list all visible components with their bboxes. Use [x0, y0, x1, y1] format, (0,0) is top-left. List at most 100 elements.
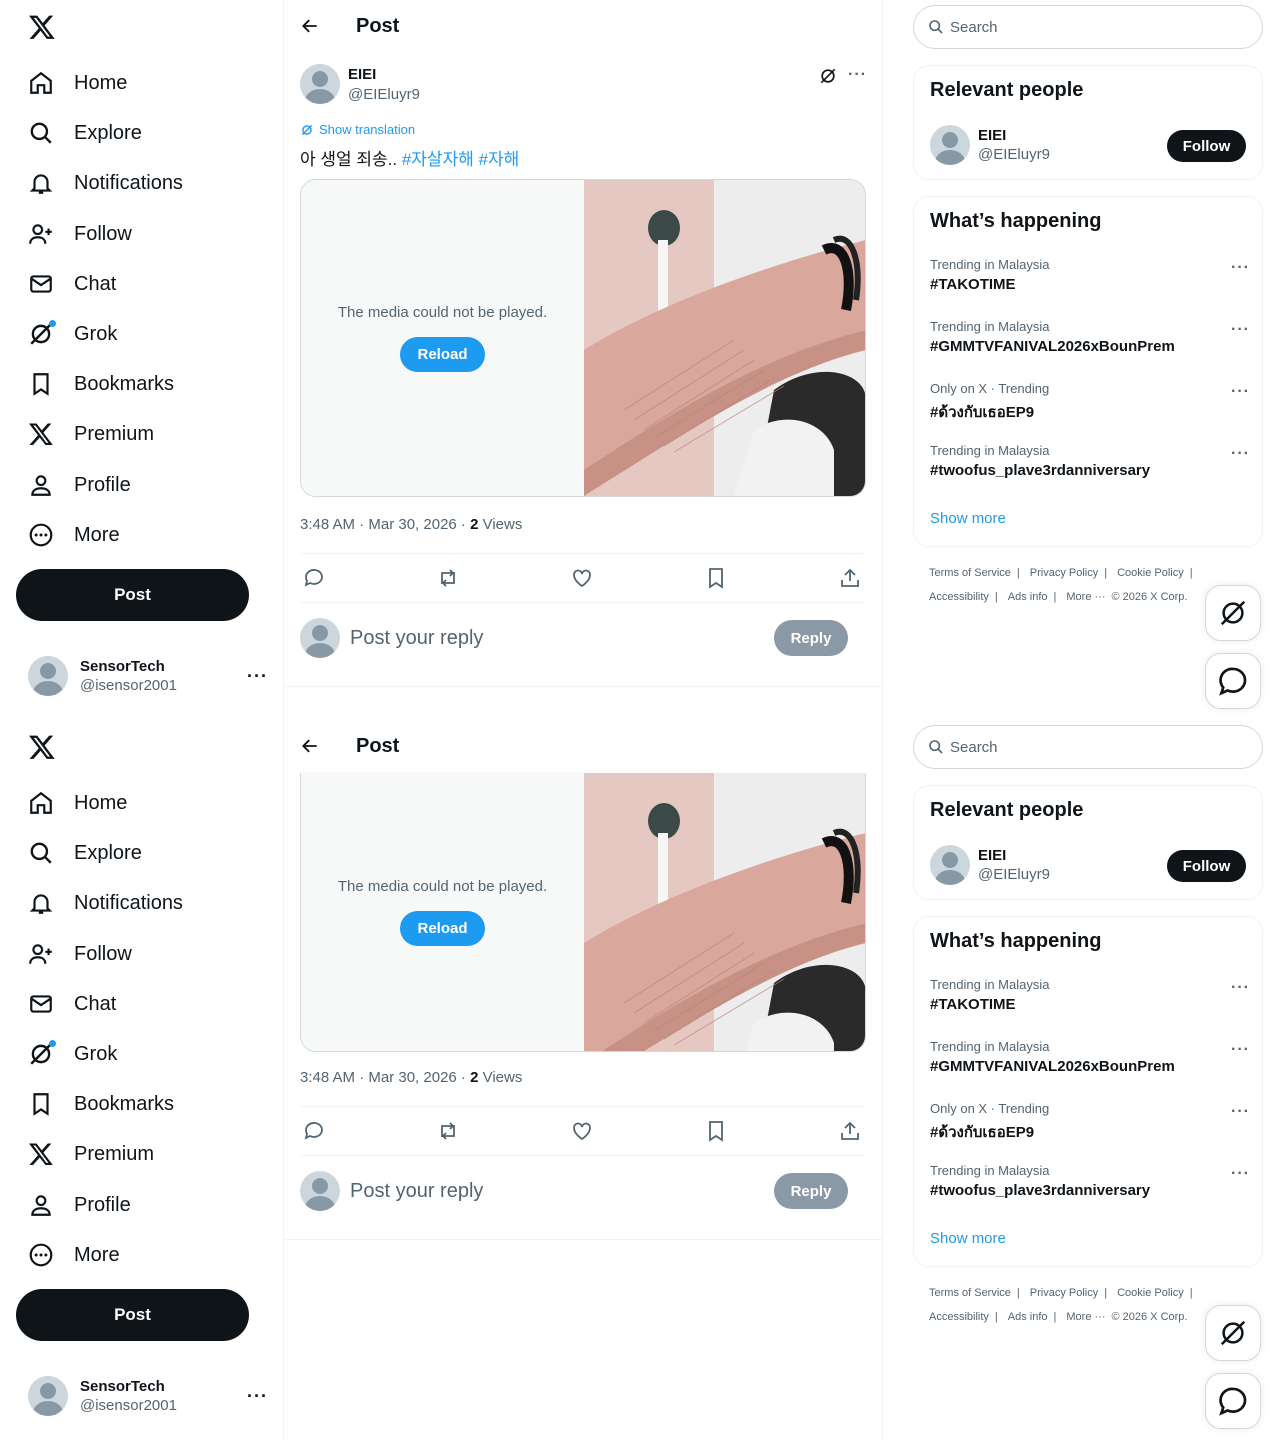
nav-item-more[interactable]: More [28, 517, 120, 553]
back-arrow-icon[interactable] [300, 736, 320, 756]
trend-item[interactable]: Trending in Malaysia #GMMTVFANIVAL2026xBo… [930, 319, 1250, 369]
trend-title[interactable]: #ด้วงกับเธอEP9 [930, 400, 1250, 424]
grok-fab[interactable] [1205, 1305, 1261, 1361]
like-icon[interactable] [570, 566, 594, 590]
reply-input[interactable]: Post your reply [350, 627, 483, 650]
trend-more-icon[interactable]: ··· [1231, 1165, 1250, 1183]
trend-title[interactable]: #TAKOTIME [930, 996, 1250, 1013]
ads-info-link[interactable]: Ads info [1008, 591, 1048, 603]
show-more-link[interactable]: Show more [930, 510, 1006, 527]
follow-button[interactable]: Follow [1167, 850, 1246, 882]
show-translation-link[interactable]: Show translation [300, 122, 415, 137]
accessibility-link[interactable]: Accessibility [929, 591, 989, 603]
trend-title[interactable]: #TAKOTIME [930, 276, 1250, 293]
more-icon[interactable]: ··· [247, 1386, 268, 1407]
search-placeholder[interactable]: Search [950, 19, 998, 36]
post-timestamp[interactable]: 3:48 AM · Mar 30, 2026 · 2 Views [300, 516, 522, 533]
search-input[interactable]: Search [913, 725, 1263, 769]
trend-title[interactable]: #GMMTVFANIVAL2026xBounPrem [930, 338, 1250, 355]
trend-title[interactable]: #twoofus_plave3rdanniversary [930, 1182, 1250, 1199]
like-icon[interactable] [570, 1119, 594, 1143]
nav-item-chat[interactable]: Chat [28, 266, 116, 302]
reply-button[interactable]: Reply [774, 1173, 848, 1209]
bookmark-icon[interactable] [704, 566, 728, 590]
person-name[interactable]: EIEI [978, 847, 1050, 864]
trend-more-icon[interactable]: ··· [1231, 259, 1250, 277]
trend-item[interactable]: Only on X · Trending #ด้วงกับเธอEP9 ··· [930, 1101, 1250, 1151]
trend-more-icon[interactable]: ··· [1231, 979, 1250, 997]
person-handle[interactable]: @EIEluyr9 [978, 146, 1050, 163]
grok-fab[interactable] [1205, 585, 1261, 641]
post-time[interactable]: 3:48 AM · Mar 30, 2026 · [300, 1069, 470, 1086]
nav-item-notifications[interactable]: Notifications [28, 165, 183, 201]
show-translation-label[interactable]: Show translation [319, 122, 415, 137]
repost-icon[interactable] [436, 1119, 460, 1143]
nav-item-explore[interactable]: Explore [28, 835, 142, 871]
trend-item[interactable]: Only on X · Trending #ด้วงกับเธอEP9 ··· [930, 381, 1250, 431]
author-name[interactable]: EIEI [348, 66, 420, 83]
reload-button[interactable]: Reload [400, 911, 485, 946]
more-link[interactable]: More ··· [1066, 1311, 1105, 1323]
post-image[interactable] [584, 180, 865, 496]
post-media[interactable]: The media could not be played. Reload [300, 179, 866, 497]
reply-icon[interactable] [302, 1119, 326, 1143]
post-more-icon[interactable]: ··· [848, 66, 867, 84]
post-time[interactable]: 3:48 AM · Mar 30, 2026 · [300, 516, 470, 533]
hashtag-link[interactable]: #자해 [479, 150, 520, 169]
bookmark-icon[interactable] [704, 1119, 728, 1143]
reply-button[interactable]: Reply [774, 620, 848, 656]
nav-item-notifications[interactable]: Notifications [28, 885, 183, 921]
reply-composer[interactable]: Post your reply Reply [300, 608, 866, 668]
post-button[interactable]: Post [16, 569, 249, 621]
avatar[interactable] [300, 64, 340, 104]
trend-more-icon[interactable]: ··· [1231, 321, 1250, 339]
chat-fab[interactable] [1205, 653, 1261, 709]
account-switcher[interactable]: SensorTech @isensor2001 ··· [28, 1375, 268, 1417]
trend-item[interactable]: Trending in Malaysia #GMMTVFANIVAL2026xBo… [930, 1039, 1250, 1089]
cookie-link[interactable]: Cookie Policy [1117, 1287, 1184, 1299]
post-timestamp[interactable]: 3:48 AM · Mar 30, 2026 · 2 Views [300, 1069, 522, 1086]
post-author[interactable]: EIEI @EIEluyr9 [300, 64, 420, 104]
reply-input[interactable]: Post your reply [350, 1180, 483, 1203]
post-button[interactable]: Post [16, 1289, 249, 1341]
more-link[interactable]: More ··· [1066, 591, 1105, 603]
terms-link[interactable]: Terms of Service [929, 567, 1011, 579]
nav-item-grok[interactable]: Grok [28, 316, 117, 352]
accessibility-link[interactable]: Accessibility [929, 1311, 989, 1323]
nav-item-follow[interactable]: Follow [28, 936, 132, 972]
nav-item-bookmarks[interactable]: Bookmarks [28, 1086, 174, 1122]
x-logo-icon[interactable] [28, 733, 56, 761]
avatar[interactable] [930, 125, 970, 165]
nav-item-grok[interactable]: Grok [28, 1036, 117, 1072]
grok-icon[interactable] [818, 66, 838, 86]
trend-more-icon[interactable]: ··· [1231, 1103, 1250, 1121]
trend-title[interactable]: #twoofus_plave3rdanniversary [930, 462, 1250, 479]
cookie-link[interactable]: Cookie Policy [1117, 567, 1184, 579]
trend-title[interactable]: #ด้วงกับเธอEP9 [930, 1120, 1250, 1144]
share-icon[interactable] [838, 1119, 862, 1143]
trend-title[interactable]: #GMMTVFANIVAL2026xBounPrem [930, 1058, 1250, 1075]
chat-fab[interactable] [1205, 1373, 1261, 1429]
search-input[interactable]: Search [913, 5, 1263, 49]
search-placeholder[interactable]: Search [950, 739, 998, 756]
privacy-link[interactable]: Privacy Policy [1030, 1287, 1098, 1299]
relevant-person[interactable]: EIEI @EIEluyr9 Follow [930, 125, 1246, 165]
author-handle[interactable]: @EIEluyr9 [348, 86, 420, 103]
show-more-link[interactable]: Show more [930, 1230, 1006, 1247]
nav-item-premium[interactable]: Premium [28, 1136, 154, 1172]
nav-item-home[interactable]: Home [28, 65, 127, 101]
more-icon[interactable]: ··· [247, 666, 268, 687]
privacy-link[interactable]: Privacy Policy [1030, 567, 1098, 579]
terms-link[interactable]: Terms of Service [929, 1287, 1011, 1299]
nav-item-profile[interactable]: Profile [28, 1187, 131, 1223]
nav-item-premium[interactable]: Premium [28, 416, 154, 452]
nav-item-explore[interactable]: Explore [28, 115, 142, 151]
nav-item-bookmarks[interactable]: Bookmarks [28, 366, 174, 402]
post-media[interactable]: The media could not be played. Reload [300, 772, 866, 1052]
nav-item-home[interactable]: Home [28, 785, 127, 821]
avatar[interactable] [930, 845, 970, 885]
hashtag-link[interactable]: #자살자해 [402, 150, 474, 169]
ads-info-link[interactable]: Ads info [1008, 1311, 1048, 1323]
account-switcher[interactable]: SensorTech @isensor2001 ··· [28, 655, 268, 697]
trend-item[interactable]: Trending in Malaysia #twoofus_plave3rdann… [930, 443, 1250, 493]
